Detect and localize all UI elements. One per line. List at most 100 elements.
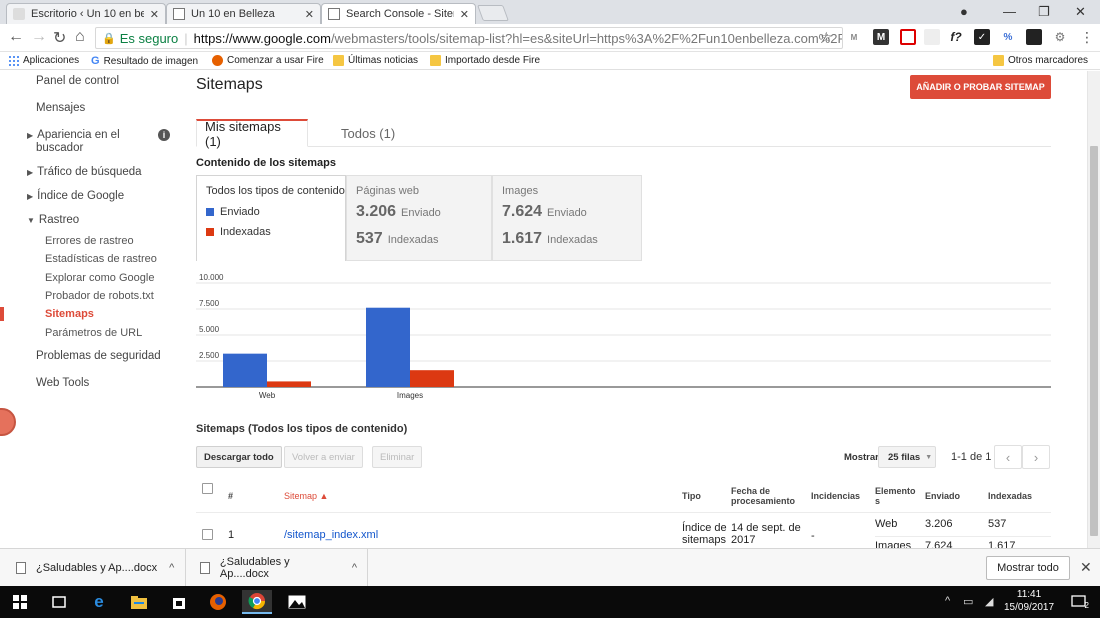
task-view-icon[interactable] xyxy=(44,590,74,614)
content-box-images[interactable]: Images 7.624 Enviado 1.617 Indexadas xyxy=(492,175,642,261)
scrollbar-thumb[interactable] xyxy=(1090,146,1098,536)
next-page-button[interactable]: › xyxy=(1022,445,1050,469)
sidebar-item-security-issues[interactable]: Problemas de seguridad xyxy=(36,350,161,362)
battery-icon[interactable]: ▭ xyxy=(963,595,973,608)
sidebar-item-search-appearance[interactable]: ▶ Apariencia en el xyxy=(27,129,120,141)
windows-start-icon[interactable] xyxy=(5,590,35,614)
close-icon[interactable]: ✕ xyxy=(1080,559,1092,576)
bookmark-label: Otros marcadores xyxy=(1008,55,1089,66)
sitemap-link[interactable]: /sitemap_index.xml xyxy=(284,529,378,541)
rows-per-page-select[interactable]: 25 filas ▼ xyxy=(878,446,936,468)
bookmark-label: Importado desde Fire xyxy=(445,55,541,66)
back-icon[interactable]: ← xyxy=(8,28,24,46)
select-all-checkbox[interactable] xyxy=(202,483,213,494)
extension-icon[interactable] xyxy=(900,29,916,45)
legend-label: Enviado xyxy=(220,206,260,218)
sidebar-item-crawl[interactable]: ▼ Rastreo xyxy=(27,214,79,226)
store-icon[interactable] xyxy=(164,590,194,614)
star-icon[interactable]: ☆ xyxy=(820,29,833,46)
tray-expand-icon[interactable]: ^ xyxy=(945,595,950,607)
extension-icon[interactable]: ⚙ xyxy=(1052,29,1068,45)
close-tab-icon[interactable]: ✕ xyxy=(460,8,469,21)
minimize-icon[interactable]: — xyxy=(1003,4,1016,19)
extension-icon[interactable]: f? xyxy=(948,29,964,45)
bookmark-firefox[interactable]: Comenzar a usar Fire xyxy=(212,55,324,66)
content-box-all-types[interactable]: Todos los tipos de contenido Enviado Ind… xyxy=(196,175,346,261)
col-date-l2: procesamiento xyxy=(731,496,796,506)
download-item[interactable]: ¿Saludables y Ap....docx ^ xyxy=(186,549,368,587)
bookmark-google-images[interactable]: G Resultado de imagen xyxy=(91,55,198,67)
chrome-icon[interactable] xyxy=(242,590,272,614)
sidebar-item-crawl-errors[interactable]: Errores de rastreo xyxy=(45,235,134,247)
content-box-web-pages[interactable]: Páginas web 3.206 Enviado 537 Indexadas xyxy=(346,175,492,261)
browser-tab-search-console[interactable]: Search Console - Sitemap ✕ xyxy=(321,3,476,24)
row-images-sent: 7.624 xyxy=(925,540,953,548)
forward-icon[interactable]: → xyxy=(31,28,47,46)
firefox-icon[interactable] xyxy=(203,590,233,614)
info-icon[interactable]: i xyxy=(158,129,170,141)
bookmark-other-folder[interactable]: Otros marcadores xyxy=(993,55,1088,66)
tab-my-sitemaps[interactable]: Mis sitemaps (1) xyxy=(196,119,308,149)
chart-x-tick-label: Web xyxy=(259,391,276,400)
bookmark-apps[interactable]: Aplicaciones xyxy=(8,55,79,66)
page-title: Sitemaps xyxy=(196,76,263,93)
floating-action-button[interactable] xyxy=(0,408,16,436)
browser-tab-escritorio[interactable]: Escritorio ‹ Un 10 en bell ✕ xyxy=(6,3,166,24)
close-tab-icon[interactable]: ✕ xyxy=(305,8,314,21)
prev-page-button[interactable]: ‹ xyxy=(994,445,1022,469)
clock-date: 15/09/2017 xyxy=(1004,602,1055,613)
extension-icon[interactable]: ✓ xyxy=(974,29,990,45)
restore-icon[interactable]: ❐ xyxy=(1038,4,1050,20)
download-all-button[interactable]: Descargar todo xyxy=(196,446,282,468)
resubmit-button[interactable]: Volver a enviar xyxy=(284,446,363,468)
close-window-icon[interactable]: ✕ xyxy=(1075,4,1086,20)
reload-icon[interactable]: ↻ xyxy=(53,28,66,48)
row-element-web: Web xyxy=(875,518,898,530)
images-indexed-stat: 1.617 Indexadas xyxy=(502,230,598,248)
bookmark-imported-folder[interactable]: Importado desde Fire xyxy=(430,55,540,66)
row-checkbox[interactable] xyxy=(202,529,213,540)
add-test-sitemap-button[interactable]: AÑADIR O PROBAR SITEMAP xyxy=(910,75,1051,99)
extension-icon[interactable]: M xyxy=(846,29,862,45)
sidebar-item-crawl-stats[interactable]: Estadísticas de rastreo xyxy=(45,253,157,265)
photos-icon[interactable] xyxy=(282,590,312,614)
sidebar-item-messages[interactable]: Mensajes xyxy=(36,102,85,114)
sidebar-item-dashboard[interactable]: Panel de control xyxy=(36,75,119,87)
bookmark-news-folder[interactable]: Últimas noticias xyxy=(333,55,418,66)
sidebar-item-search-appearance-line2[interactable]: buscador xyxy=(36,142,83,154)
sidebar-item-search-traffic[interactable]: ▶ Tráfico de búsqueda xyxy=(27,166,142,178)
show-all-downloads-button[interactable]: Mostrar todo xyxy=(986,556,1070,580)
home-icon[interactable]: ⌂ xyxy=(75,28,85,46)
sidebar-item-sitemaps[interactable]: Sitemaps xyxy=(45,308,94,320)
col-sitemap[interactable]: Sitemap ▲ xyxy=(284,491,328,501)
new-tab-button[interactable] xyxy=(477,5,509,21)
extension-icon[interactable]: % xyxy=(1000,29,1016,45)
wifi-icon[interactable]: ◢ xyxy=(985,595,993,608)
sidebar-item-google-index[interactable]: ▶ Índice de Google xyxy=(27,190,124,202)
extension-icon[interactable] xyxy=(1026,29,1042,45)
extension-icon[interactable] xyxy=(924,29,940,45)
sidebar-item-label: Apariencia en el xyxy=(37,129,120,141)
browser-tab-un10[interactable]: Un 10 en Belleza ✕ xyxy=(166,3,321,24)
sidebar-item-fetch-as-google[interactable]: Explorar como Google xyxy=(45,272,154,284)
sidebar-item-web-tools[interactable]: Web Tools xyxy=(36,377,89,389)
address-bar[interactable]: 🔒 Es seguro | https://www.google.com /we… xyxy=(95,27,843,49)
delete-button[interactable]: Eliminar xyxy=(372,446,423,468)
vertical-scrollbar[interactable] xyxy=(1087,71,1100,548)
system-clock[interactable]: 11:41 15/09/2017 xyxy=(1004,588,1054,614)
sidebar-item-robots-tester[interactable]: Probador de robots.txt xyxy=(45,290,154,302)
chevron-up-icon[interactable]: ^ xyxy=(352,562,357,574)
download-item[interactable]: ¿Saludables y Ap....docx ^ xyxy=(0,549,186,587)
apps-grid-icon xyxy=(8,55,19,66)
menu-icon[interactable]: ⋮ xyxy=(1080,29,1094,46)
tab-all-sitemaps[interactable]: Todos (1) xyxy=(333,119,403,147)
sidebar-item-url-parameters[interactable]: Parámetros de URL xyxy=(45,327,142,339)
notifications-icon[interactable]: 2 xyxy=(1064,590,1094,614)
bookmark-label: Últimas noticias xyxy=(348,55,419,66)
chevron-up-icon[interactable]: ^ xyxy=(169,562,174,574)
profile-icon[interactable]: ● xyxy=(960,4,968,19)
extension-icon[interactable]: M xyxy=(873,29,889,45)
close-tab-icon[interactable]: ✕ xyxy=(150,8,159,21)
file-explorer-icon[interactable] xyxy=(124,590,154,614)
edge-icon[interactable]: e xyxy=(84,590,114,614)
